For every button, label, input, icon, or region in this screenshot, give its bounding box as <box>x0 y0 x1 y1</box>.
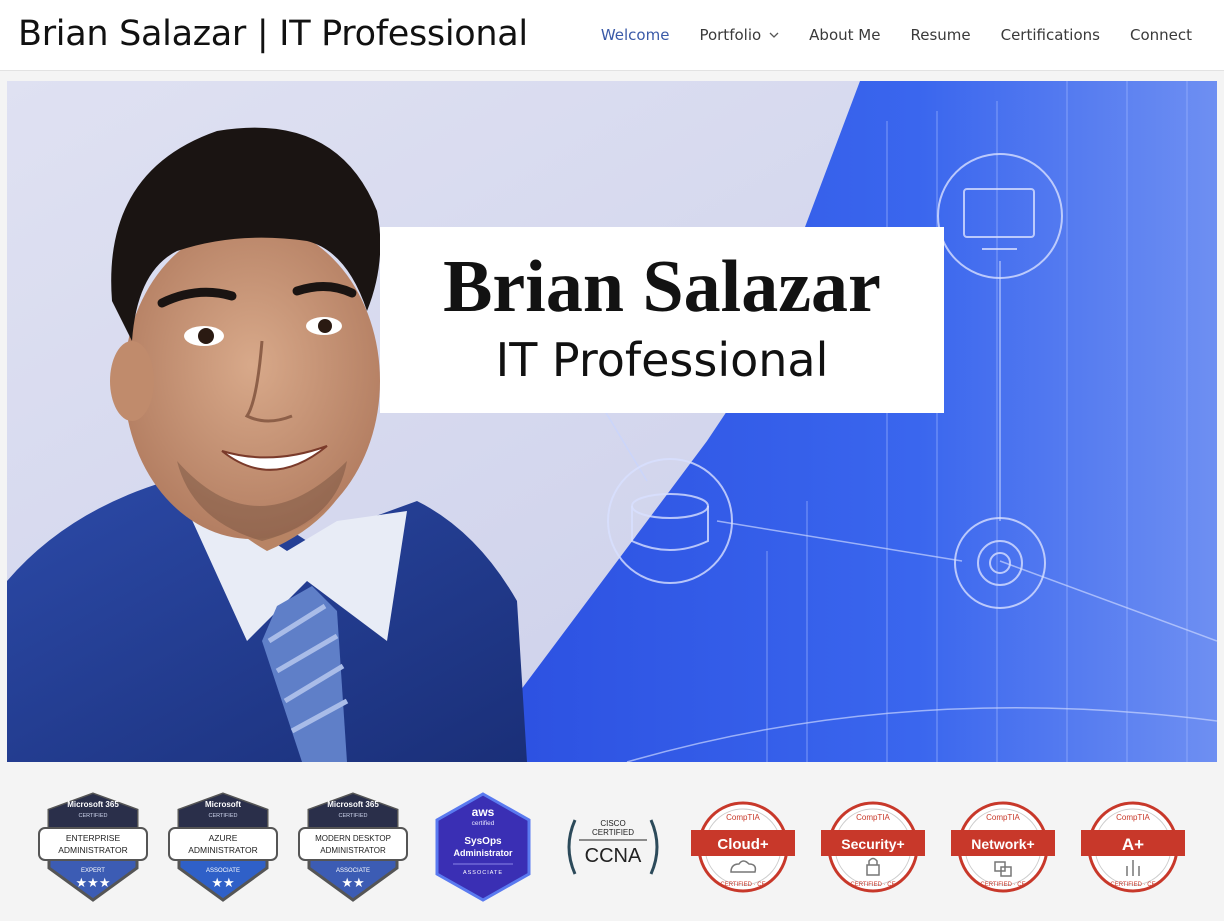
nav-label: Resume <box>910 26 971 44</box>
badge-title-2: Administrator <box>453 848 513 858</box>
nav-item-certifications[interactable]: Certifications <box>1001 26 1100 44</box>
badge-footer: CERTIFIED · CE <box>980 882 1025 888</box>
nav-label: About Me <box>809 26 881 44</box>
nav-item-welcome[interactable]: Welcome <box>601 26 670 44</box>
hero-name: Brian Salazar <box>443 246 881 328</box>
badge-m365-enterprise-admin[interactable]: Microsoft 365 CERTIFIED ENTERPRISE ADMIN… <box>37 790 149 904</box>
hero-name-card: Brian Salazar IT Professional <box>380 227 944 413</box>
badge-modern-desktop-admin[interactable]: Microsoft 365 CERTIFIED MODERN DESKTOP A… <box>297 790 409 904</box>
nav-item-connect[interactable]: Connect <box>1130 26 1192 44</box>
badge-level: ASSOCIATE <box>463 870 503 876</box>
certification-badges: Microsoft 365 CERTIFIED ENTERPRISE ADMIN… <box>0 762 1224 921</box>
nav-label: Portfolio <box>699 26 762 44</box>
badge-comptia-a-plus[interactable]: CompTIA A+ CERTIFIED · CE <box>1077 790 1189 904</box>
badge-issuer: aws <box>472 805 495 819</box>
badge-issuer: CISCO <box>600 819 625 828</box>
badge-issuer-sub: certified <box>472 820 495 827</box>
main-nav: Welcome Portfolio About Me Resume Certif… <box>571 0 1192 70</box>
badge-issuer: CompTIA <box>726 813 760 822</box>
nav-item-resume[interactable]: Resume <box>910 26 970 44</box>
badge-cisco-ccna[interactable]: CISCO CERTIFIED CCNA <box>557 790 669 904</box>
badge-footer: CERTIFIED · CE <box>720 882 765 888</box>
badge-title-2: ADMINISTRATOR <box>188 845 258 855</box>
badge-title-1: Cloud+ <box>717 836 768 853</box>
badge-issuer-sub: CERTIFIED <box>339 813 368 819</box>
badge-comptia-network[interactable]: CompTIA Network+ CERTIFIED · CE <box>947 790 1059 904</box>
badge-stars: ★★ <box>211 876 234 891</box>
badge-level: ASSOCIATE <box>206 868 240 874</box>
badge-issuer-sub: CERTIFIED <box>209 813 238 819</box>
badge-issuer: Microsoft 365 <box>67 800 119 809</box>
badge-issuer: CompTIA <box>1116 813 1150 822</box>
badge-title-2: ADMINISTRATOR <box>320 846 386 855</box>
badge-comptia-cloud[interactable]: CompTIA Cloud+ CERTIFIED · CE <box>687 790 799 904</box>
badge-level: EXPERT <box>81 868 105 874</box>
nav-label: Certifications <box>1000 26 1100 44</box>
badge-issuer-sub: CERTIFIED <box>592 828 634 837</box>
hero-subtitle: IT Professional <box>495 333 829 387</box>
badge-title-1: AZURE <box>209 833 238 843</box>
badge-title-1: ENTERPRISE <box>66 833 121 843</box>
badge-azure-admin[interactable]: Microsoft CERTIFIED AZURE ADMINISTRATOR … <box>167 790 279 904</box>
badge-footer: CERTIFIED · CE <box>850 882 895 888</box>
badge-title-1: SysOps <box>464 836 502 847</box>
badge-level: ASSOCIATE <box>336 868 370 874</box>
hero-background <box>7 81 1217 762</box>
badge-comptia-security[interactable]: CompTIA Security+ CERTIFIED · CE <box>817 790 929 904</box>
badge-issuer: CompTIA <box>986 813 1020 822</box>
badge-title-1: A+ <box>1122 835 1144 854</box>
nav-item-about-me[interactable]: About Me <box>809 26 880 44</box>
badge-issuer: CompTIA <box>856 813 890 822</box>
badge-title-1: MODERN DESKTOP <box>315 834 391 843</box>
badge-stars: ★★ <box>341 876 364 891</box>
chevron-down-icon[interactable] <box>769 30 779 40</box>
badge-issuer-sub: CERTIFIED <box>79 813 108 819</box>
badge-aws-sysops[interactable]: aws certified SysOps Administrator ASSOC… <box>427 790 539 904</box>
badge-title-1: Security+ <box>841 836 904 852</box>
badge-issuer: Microsoft 365 <box>327 800 379 809</box>
nav-label: Welcome <box>600 26 670 44</box>
site-title[interactable]: Brian Salazar | IT Professional <box>18 14 528 54</box>
badge-issuer: Microsoft <box>205 800 241 809</box>
site-header: Brian Salazar | IT Professional Welcome … <box>0 0 1224 71</box>
badge-title-2: ADMINISTRATOR <box>58 845 128 855</box>
hero-banner: Brian Salazar IT Professional <box>7 81 1217 762</box>
badge-footer: CERTIFIED · CE <box>1110 882 1155 888</box>
badge-stars: ★★★ <box>76 876 111 891</box>
badge-title-1: Network+ <box>971 836 1034 852</box>
nav-item-portfolio[interactable]: Portfolio <box>699 26 779 44</box>
nav-label: Connect <box>1129 26 1192 44</box>
badge-title-1: CCNA <box>585 845 642 867</box>
